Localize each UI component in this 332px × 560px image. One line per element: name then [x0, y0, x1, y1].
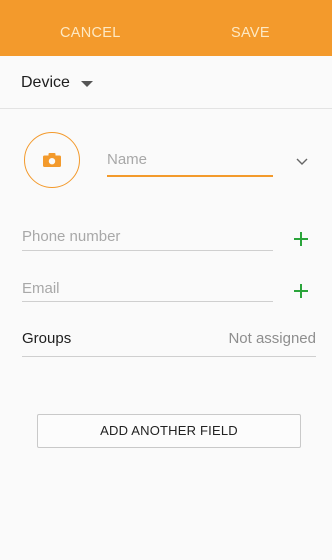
- add-another-field-button[interactable]: ADD ANOTHER FIELD: [37, 414, 301, 448]
- chevron-down-icon[interactable]: [296, 158, 308, 166]
- storage-label[interactable]: Device: [21, 74, 70, 92]
- add-phone-plus-icon[interactable]: [290, 228, 312, 250]
- cancel-button[interactable]: CANCEL: [60, 0, 121, 56]
- phone-input-underline: [22, 250, 273, 251]
- name-input[interactable]: Name: [107, 151, 147, 168]
- email-input-underline: [22, 301, 273, 302]
- groups-value: Not assigned: [228, 330, 316, 347]
- save-button[interactable]: SAVE: [231, 0, 270, 56]
- action-bar: CANCEL SAVE: [0, 0, 332, 56]
- groups-underline: [22, 356, 316, 357]
- name-input-underline: [107, 175, 273, 177]
- storage-selector[interactable]: Device: [0, 56, 332, 109]
- add-email-plus-icon[interactable]: [290, 280, 312, 302]
- email-input[interactable]: Email: [22, 280, 60, 297]
- groups-label: Groups: [22, 330, 72, 347]
- phone-number-input[interactable]: Phone number: [22, 228, 120, 245]
- add-photo-button[interactable]: [24, 132, 80, 188]
- camera-icon: [43, 153, 61, 167]
- dropdown-caret-icon[interactable]: [81, 81, 93, 87]
